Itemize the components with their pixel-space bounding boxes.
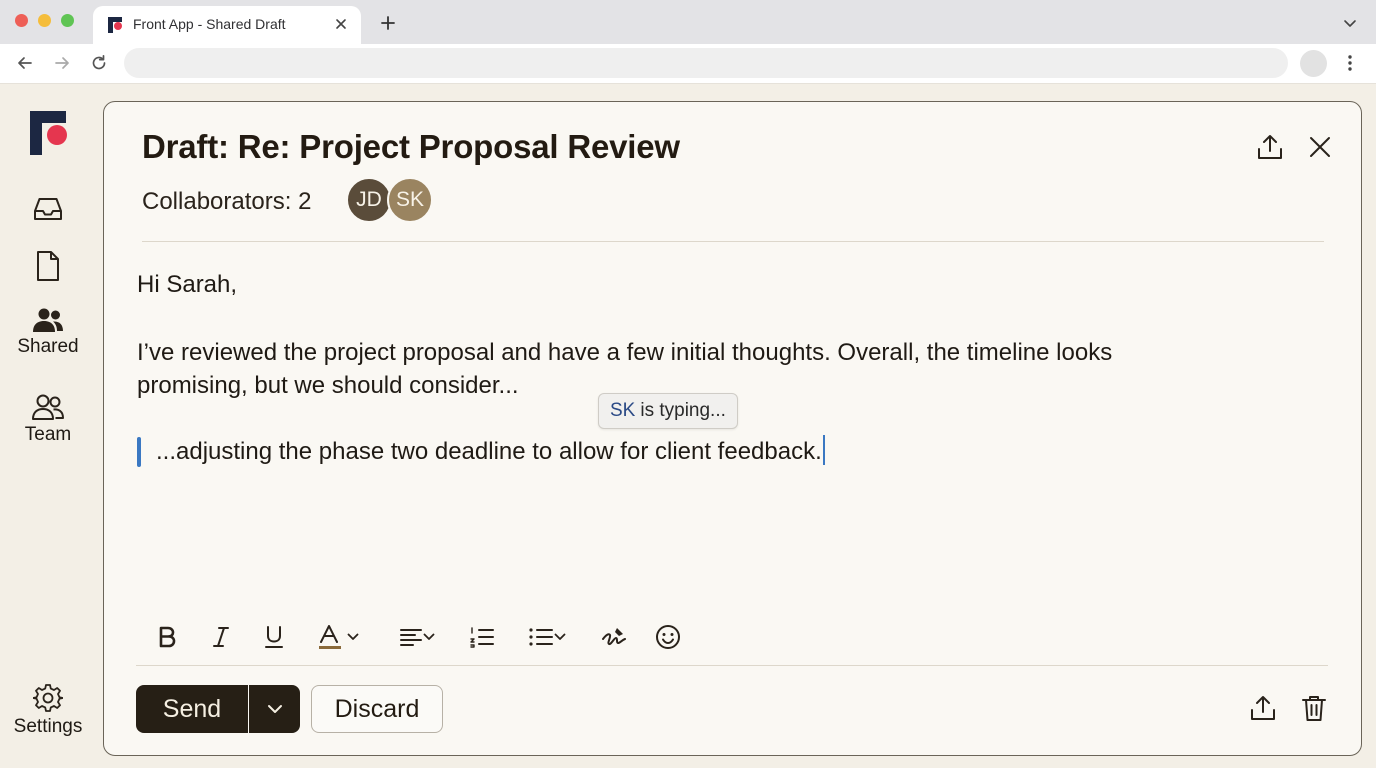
text-color-icon [319,625,341,649]
address-bar[interactable] [124,48,1288,78]
shared-people-icon [33,308,63,332]
draft-panel: Draft: Re: Project Proposal Review Colla… [103,101,1362,756]
header-divider [142,241,1324,242]
share-upload-icon[interactable] [1254,131,1286,163]
front-logo-icon[interactable] [30,111,68,155]
discard-button[interactable]: Discard [311,685,443,733]
email-paragraph-live[interactable]: ...adjusting the phase two deadline to a… [156,435,825,468]
emoji-button[interactable] [652,618,684,656]
document-icon [37,251,59,281]
close-icon[interactable] [1304,131,1336,163]
typing-indicator: SK is typing... [598,393,738,429]
numbered-list-button[interactable] [466,618,498,656]
window-zoom-dot[interactable] [61,14,74,27]
numbered-list-icon [470,627,494,648]
browser-tab-bar: Front App - Shared Draft [0,0,1376,44]
smiley-icon [656,625,680,649]
forward-arrow-icon[interactable] [51,52,73,74]
browser-menu-icon[interactable] [1340,52,1360,74]
front-favicon-icon [108,17,122,33]
typing-text: is typing... [640,400,726,421]
profile-avatar[interactable] [1300,50,1327,77]
send-options-button[interactable] [249,685,300,733]
sidebar-item-label: Shared [17,336,79,357]
email-greeting[interactable]: Hi Sarah, [137,268,237,301]
browser-tab-active[interactable]: Front App - Shared Draft [93,6,361,44]
inbox-icon [34,198,62,220]
chevron-down-icon [267,705,282,713]
sidebar-item-label: Team [24,424,72,445]
typing-user: SK [610,400,636,421]
text-color-dropdown[interactable] [312,618,366,656]
live-text: ...adjusting the phase two deadline to a… [156,438,822,465]
toolbar-divider [136,665,1328,666]
bullet-list-dropdown[interactable] [522,618,572,656]
sidebar-item-settings[interactable]: Settings [0,683,96,738]
settings-label: Settings [13,716,83,737]
trash-icon[interactable] [1298,692,1330,724]
sidebar-item-inbox[interactable] [0,195,96,223]
chevron-down-icon [347,633,359,640]
align-left-icon [400,629,422,646]
align-dropdown[interactable] [393,618,441,656]
signature-button[interactable] [598,618,630,656]
window-minimize-dot[interactable] [38,14,51,27]
underline-icon [265,626,283,648]
browser-toolbar [0,44,1376,84]
team-icon [32,394,64,420]
avatar-sk[interactable]: SK [387,177,433,223]
chevron-down-icon [423,633,435,640]
back-arrow-icon[interactable] [14,52,36,74]
window-close-dot[interactable] [15,14,28,27]
sidebar-item-shared[interactable]: Shared [0,307,96,358]
underline-button[interactable] [259,618,289,656]
new-tab-icon[interactable] [377,12,399,34]
italic-button[interactable] [206,618,236,656]
tab-close-icon[interactable] [331,14,351,34]
collaborator-cursor-marker [137,437,141,467]
avatar-jd[interactable]: JD [346,177,392,223]
left-nav-rail: Shared Team Settings [0,85,96,768]
bold-icon [159,626,176,648]
reload-icon[interactable] [88,52,110,74]
bullet-list-icon [529,628,553,646]
sidebar-item-documents[interactable] [0,250,96,282]
collaborators-count: Collaborators: 2 [142,188,312,215]
text-caret [822,435,825,465]
sidebar-item-team[interactable]: Team [0,393,96,446]
italic-icon [213,627,229,647]
tab-title: Front App - Shared Draft [133,16,286,32]
signature-icon [602,628,626,646]
tab-list-chevron-icon[interactable] [1340,14,1360,32]
gear-icon [33,684,63,712]
bold-button[interactable] [152,618,182,656]
chevron-down-icon [554,633,566,640]
page-title: Draft: Re: Project Proposal Review [142,128,680,165]
attach-upload-icon[interactable] [1247,692,1279,724]
send-button[interactable]: Send [136,685,248,733]
